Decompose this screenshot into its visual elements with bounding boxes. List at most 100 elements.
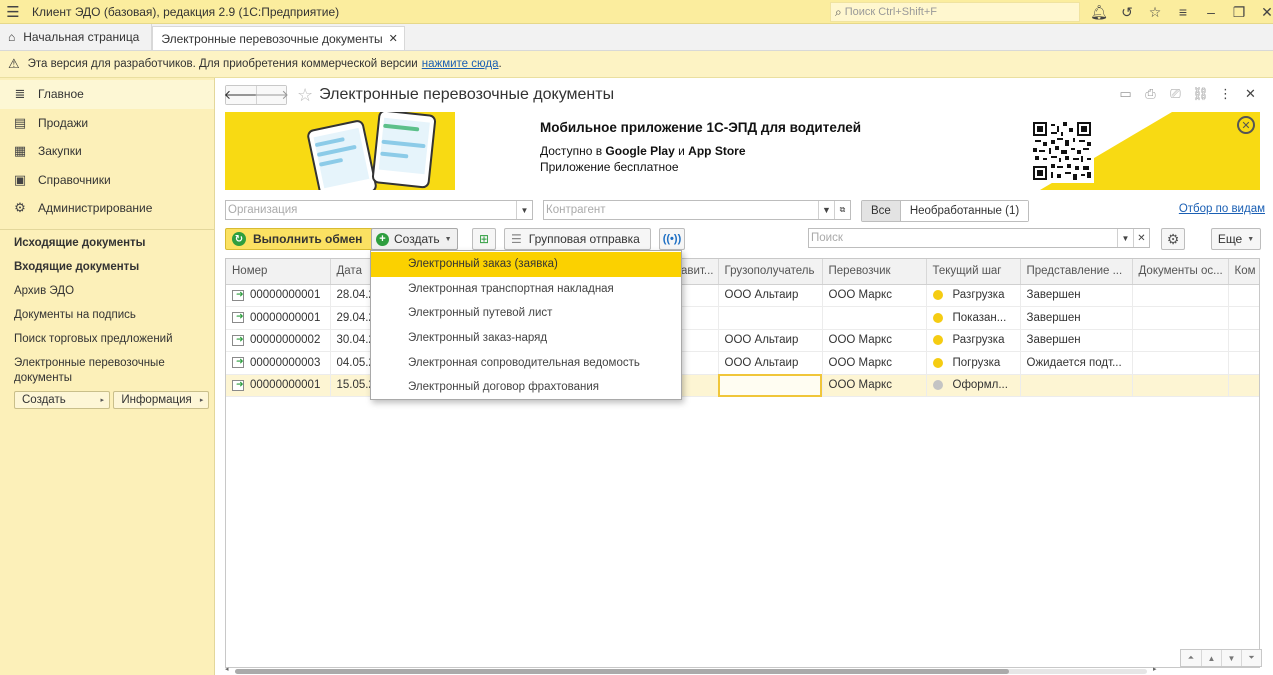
forward-arrow-icon[interactable]: 🡒 — [254, 86, 289, 104]
back-arrow-icon[interactable]: 🡐 — [224, 86, 258, 104]
minimize-icon[interactable]: – — [1197, 4, 1225, 20]
list-settings-gear-icon[interactable]: ⚙ — [1161, 228, 1185, 250]
link-icon[interactable]: ⛓ — [1188, 86, 1213, 102]
column-header-carrier[interactable]: Перевозчик — [822, 259, 927, 285]
column-header-representation[interactable]: Представление ... — [1020, 259, 1133, 285]
sidebar-item-purchases[interactable]: ▦ Закупки — [0, 137, 214, 166]
sidebar-create-button[interactable]: Создать ▸ — [14, 390, 110, 409]
tab-home-label: Начальная страница — [23, 30, 140, 44]
sidebar-item-catalogs[interactable]: ▣ Справочники — [0, 166, 214, 195]
menu-item-work-order[interactable]: Электронный заказ-наряд — [371, 326, 681, 351]
print-icon[interactable]: ⎙ — [1138, 86, 1163, 102]
run-exchange-button[interactable]: ↻ Выполнить обмен — [225, 228, 374, 250]
menu-item-accompanying-statement[interactable]: Электронная сопроводительная ведомость — [371, 350, 681, 375]
dropdown-arrow-icon[interactable]: ▼ — [1117, 229, 1133, 247]
chevron-right-icon: ▸ — [199, 396, 204, 404]
cell-step: Разгрузка — [952, 289, 1005, 302]
organization-field[interactable]: Организация ▼ — [225, 200, 533, 220]
incoming-document-icon — [232, 379, 244, 391]
history-icon[interactable]: ↺ — [1113, 4, 1141, 21]
tab-home[interactable]: ⌂ Начальная страница — [0, 24, 153, 50]
status-dot-icon — [932, 290, 943, 301]
cell-number: 00000000003 — [250, 356, 321, 369]
banner-availability: Доступно в Google Play и App Store — [540, 144, 746, 158]
counterparty-field[interactable]: Контрагент ▼ ⧉ — [543, 200, 851, 220]
save-icon[interactable]: ▭ — [1113, 86, 1138, 102]
close-window-icon[interactable]: ✕ — [1253, 4, 1273, 21]
scroll-right-icon[interactable]: ▸ — [1153, 665, 1157, 673]
scroll-up-icon[interactable]: ▲ — [1201, 650, 1221, 666]
new-document-icon[interactable]: ⊞ — [472, 228, 496, 250]
book-icon: ▣ — [13, 171, 27, 187]
open-form-icon[interactable]: ⧉ — [834, 201, 850, 219]
menu-item-charter-contract[interactable]: Электронный договор фрахтования — [371, 375, 681, 400]
promo-banner[interactable]: Мобильное приложение 1С-ЭПД для водителе… — [225, 112, 1260, 190]
status-dot-icon — [932, 380, 943, 391]
scroll-thumb[interactable] — [235, 669, 1009, 674]
horizontal-scrollbar[interactable]: ◂ ▸ — [225, 665, 1175, 675]
filter-unprocessed-button[interactable]: Необработанные (1) — [900, 201, 1029, 221]
scroll-left-icon[interactable]: ◂ — [225, 665, 229, 673]
group-send-button[interactable]: ☰ Групповая отправка — [504, 228, 651, 250]
create-label: Создать — [394, 232, 440, 246]
more-vertical-icon[interactable]: ⋮ — [1213, 86, 1238, 102]
menu-item-waybill[interactable]: Электронный путевой лист — [371, 301, 681, 326]
incoming-document-icon — [232, 356, 244, 369]
dropdown-arrow-icon[interactable]: ▼ — [818, 201, 834, 219]
close-banner-icon[interactable]: ✕ — [1237, 116, 1255, 134]
sidebar-link-incoming[interactable]: Входящие документы — [14, 260, 194, 275]
sidebar-link-archive[interactable]: Архив ЭДО — [14, 284, 194, 299]
filter-all-button[interactable]: Все — [862, 201, 901, 221]
group-send-label: Групповая отправка — [528, 232, 640, 246]
menu-item-electronic-order[interactable]: Электронный заказ (заявка) — [371, 252, 681, 277]
cell-state: Завершен — [1020, 306, 1133, 330]
restore-icon[interactable]: ❐ — [1225, 4, 1253, 21]
sidebar-item-administration[interactable]: ⚙ Администрирование — [0, 194, 214, 223]
bell-icon[interactable]: 🔔︎ — [1085, 4, 1113, 21]
scroll-bottom-icon[interactable]: ⏷ — [1241, 650, 1261, 666]
warning-purchase-link[interactable]: нажмите сюда — [422, 58, 499, 70]
column-header-number[interactable]: Номер — [226, 259, 331, 285]
sidebar-item-main[interactable]: ≣ Главное — [0, 80, 214, 109]
settings-menu-icon[interactable]: ≡ — [1169, 4, 1197, 20]
main-menu-icon[interactable]: ☰ — [0, 0, 26, 24]
create-button[interactable]: + Создать ▼ — [371, 228, 458, 250]
plus-circle-icon: + — [376, 232, 389, 246]
column-header-comment[interactable]: Ком — [1228, 259, 1259, 285]
status-dot-icon — [932, 335, 943, 346]
dropdown-arrow-icon[interactable]: ▼ — [516, 201, 532, 219]
clear-search-icon[interactable]: ✕ — [1133, 229, 1149, 247]
column-header-consignee[interactable]: Грузополучатель — [718, 259, 823, 285]
filter-by-views-link[interactable]: Отбор по видам — [1179, 203, 1265, 215]
sidebar-item-sales[interactable]: ▤ Продажи — [0, 109, 214, 138]
favorites-star-icon[interactable]: ☆ — [1141, 4, 1169, 21]
favorite-star-icon[interactable]: ☆ — [297, 85, 313, 106]
sidebar-link-transport-docs[interactable]: Электронные перевозочные документы — [14, 356, 194, 386]
cell-consignee-focused[interactable] — [718, 374, 823, 397]
sidebar-info-button[interactable]: Информация ▸ — [113, 390, 210, 409]
global-search-input[interactable]: ⌕ Поиск Ctrl+Shift+F — [830, 2, 1080, 22]
more-label: Еще — [1217, 232, 1243, 246]
cell-state: Завершен — [1020, 284, 1133, 307]
more-button[interactable]: Еще ▼ — [1211, 228, 1261, 250]
menu-item-transport-waybill[interactable]: Электронная транспортная накладная — [371, 277, 681, 302]
sidebar-link-to-sign[interactable]: Документы на подпись — [14, 308, 194, 323]
menu-lines-icon: ≣ — [14, 86, 26, 102]
sidebar-link-outgoing[interactable]: Исходящие документы — [14, 236, 194, 251]
form-header: 🡐 🡒 ☆ Электронные перевозочные документы… — [216, 78, 1273, 112]
scroll-top-icon[interactable]: ⏶ — [1181, 650, 1201, 666]
run-exchange-label: Выполнить обмен — [253, 232, 363, 246]
scroll-down-icon[interactable]: ▼ — [1221, 650, 1241, 666]
broadcast-icon[interactable]: ((•)) — [659, 228, 685, 250]
cell-consignee — [718, 306, 823, 330]
list-search-input[interactable]: Поиск ▼ ✕ — [808, 228, 1150, 248]
tab-transport-documents[interactable]: Электронные перевозочные документы ✕ — [152, 26, 405, 50]
column-header-base-documents[interactable]: Документы ос... — [1132, 259, 1229, 285]
organization-placeholder: Организация — [228, 204, 298, 216]
sidebar-link-trade-offers[interactable]: Поиск торговых предложений — [14, 332, 194, 347]
titlebar-icons: 🔔︎ ↺ ☆ ≡ – ❐ ✕ — [1085, 0, 1273, 24]
close-tab-icon[interactable]: ✕ — [389, 32, 398, 45]
close-form-icon[interactable]: ✕ — [1238, 86, 1263, 102]
column-header-current-step[interactable]: Текущий шаг — [926, 259, 1021, 285]
preview-icon[interactable]: ⎚ — [1163, 86, 1188, 102]
